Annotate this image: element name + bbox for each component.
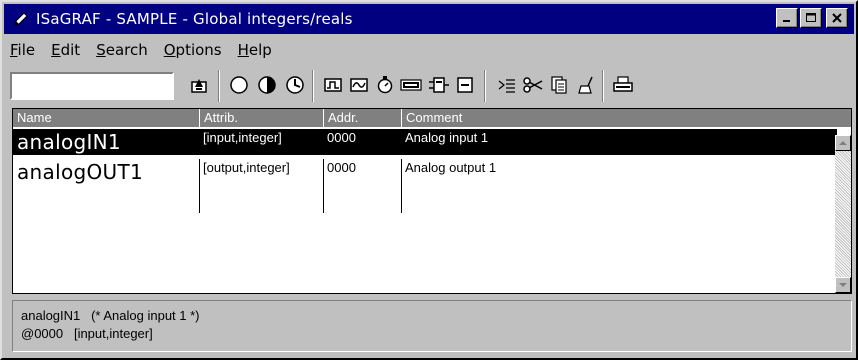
copy-icon[interactable] — [546, 72, 572, 98]
circle-empty-icon[interactable] — [226, 72, 252, 98]
column-header-attrib[interactable]: Attrib. — [199, 109, 323, 127]
menu-help[interactable]: Help — [232, 41, 278, 59]
variable-addr: 0000 — [327, 160, 356, 175]
variable-addr: 0000 — [327, 130, 356, 145]
close-button[interactable] — [826, 8, 848, 28]
variable-name: analogOUT1 — [17, 160, 143, 184]
column-header-comment[interactable]: Comment — [401, 109, 853, 127]
status-line-2: @0000 [input,integer] — [21, 326, 153, 341]
insert-icon[interactable] — [494, 72, 520, 98]
timer-icon[interactable] — [372, 72, 398, 98]
variable-attrib: [output,integer] — [203, 160, 290, 175]
edit-variable-icon[interactable] — [186, 72, 212, 98]
xyz-icon[interactable] — [398, 72, 424, 98]
column-divider — [401, 159, 402, 213]
filter-input[interactable] — [10, 72, 174, 100]
variable-name: analogIN1 — [17, 130, 121, 154]
circle-clock-icon[interactable] — [282, 72, 308, 98]
wave-icon[interactable] — [346, 72, 372, 98]
variable-comment: Analog output 1 — [405, 160, 497, 175]
variable-list[interactable]: Name Attrib. Addr. Comment analogIN1 [in… — [12, 108, 852, 294]
table-row[interactable]: analogOUT1 [output,integer] 0000 Analog … — [13, 159, 837, 185]
column-header-name[interactable]: Name — [13, 109, 199, 127]
toolbar — [4, 66, 854, 106]
variable-attrib: [input,integer] — [203, 130, 282, 145]
title-bar[interactable]: ISaGRAF - SAMPLE - Global integers/reals — [4, 4, 854, 34]
status-bar: analogIN1 (* Analog input 1 *) @0000 [in… — [12, 300, 852, 352]
box-icon[interactable] — [452, 72, 478, 98]
print-icon[interactable] — [610, 72, 636, 98]
cut-icon[interactable] — [520, 72, 546, 98]
scroll-down-button[interactable] — [835, 277, 851, 293]
pencil-icon[interactable] — [10, 8, 32, 30]
pulse-icon[interactable] — [320, 72, 346, 98]
menu-edit[interactable]: Edit — [45, 41, 86, 59]
vertical-scrollbar[interactable] — [835, 135, 851, 293]
column-divider — [199, 159, 200, 213]
table-row[interactable]: analogIN1 [input,integer] 0000 Analog in… — [13, 129, 837, 155]
list-header: Name Attrib. Addr. Comment — [13, 109, 851, 127]
menu-bar: File Edit Search Options Help — [4, 38, 282, 62]
main-window: ISaGRAF - SAMPLE - Global integers/reals… — [0, 0, 858, 360]
circle-half-icon[interactable] — [254, 72, 280, 98]
variable-comment: Analog input 1 — [405, 130, 489, 145]
menu-options[interactable]: Options — [158, 41, 228, 59]
minimize-button[interactable] — [776, 8, 798, 28]
paste-icon[interactable] — [572, 72, 598, 98]
function-block-icon[interactable] — [426, 72, 452, 98]
maximize-button[interactable] — [800, 8, 822, 28]
window-title: ISaGRAF - SAMPLE - Global integers/reals — [36, 10, 353, 28]
scroll-up-button[interactable] — [835, 135, 851, 151]
status-line-1: analogIN1 (* Analog input 1 *) — [21, 308, 200, 323]
column-divider — [323, 159, 324, 213]
menu-file[interactable]: File — [4, 41, 41, 59]
column-header-addr[interactable]: Addr. — [323, 109, 401, 127]
menu-search[interactable]: Search — [90, 41, 154, 59]
